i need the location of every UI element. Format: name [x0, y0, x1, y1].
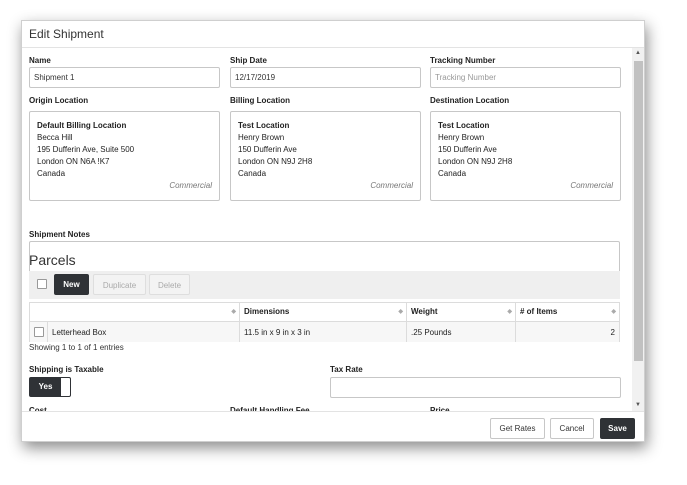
vertical-scrollbar[interactable]: ▲ ▼: [632, 48, 644, 411]
parcel-name-cell[interactable]: Letterhead Box: [48, 321, 240, 342]
destination-location-card[interactable]: Test Location Henry Brown 150 Dufferin A…: [430, 111, 621, 201]
new-parcel-button[interactable]: New: [54, 274, 89, 295]
sort-icon: ◆: [398, 309, 403, 315]
billing-location-city: London ON N9J 2H8: [238, 157, 313, 166]
toggle-on-label: Yes: [30, 378, 61, 396]
origin-location-card[interactable]: Default Billing Location Becca Hill 195 …: [29, 111, 220, 201]
origin-location-country: Canada: [37, 169, 66, 178]
parcel-dimensions-cell[interactable]: 11.5 in x 9 in x 3 in: [240, 321, 407, 342]
origin-location-city: London ON N6A !K7: [37, 157, 110, 166]
destination-location-contact: Henry Brown: [438, 133, 485, 142]
select-all-checkbox[interactable]: [37, 279, 47, 289]
tracking-number-label: Tracking Number: [430, 56, 496, 65]
scroll-down-icon[interactable]: ▼: [635, 402, 641, 408]
billing-location-street: 150 Dufferin Ave: [238, 145, 297, 154]
duplicate-parcel-button[interactable]: Duplicate: [93, 274, 146, 295]
cancel-button[interactable]: Cancel: [550, 418, 594, 439]
table-info: Showing 1 to 1 of 1 entries: [29, 343, 124, 352]
dimensions-header-label: Dimensions: [244, 307, 290, 316]
name-label: Name: [29, 56, 51, 65]
sort-icon: ◆: [231, 309, 236, 315]
billing-location-country: Canada: [238, 169, 267, 178]
destination-location-city: London ON N9J 2H8: [438, 157, 513, 166]
parcel-items-cell[interactable]: 2: [516, 321, 619, 342]
delete-parcel-button[interactable]: Delete: [149, 274, 190, 295]
row-checkbox-cell: [30, 321, 48, 342]
origin-location-street: 195 Dufferin Ave, Suite 500: [37, 145, 135, 154]
destination-location-country: Canada: [438, 169, 467, 178]
billing-location-type: Commercial: [370, 181, 413, 190]
billing-location-contact: Henry Brown: [238, 133, 285, 142]
column-header-weight[interactable]: Weight ◆: [407, 303, 516, 321]
origin-location-contact: Becca Hill: [37, 133, 73, 142]
origin-location-type: Commercial: [169, 181, 212, 190]
parcels-toolbar: New Duplicate Delete: [29, 271, 620, 299]
destination-location-street: 150 Dufferin Ave: [438, 145, 497, 154]
get-rates-button[interactable]: Get Rates: [490, 418, 545, 439]
column-header-name[interactable]: ◆: [30, 303, 240, 321]
modal-header: Edit Shipment: [22, 21, 644, 48]
tax-rate-label: Tax Rate: [330, 365, 363, 374]
modal-footer: Get Rates Cancel Save: [22, 411, 644, 441]
column-header-dimensions[interactable]: Dimensions ◆: [240, 303, 407, 321]
scroll-up-icon[interactable]: ▲: [635, 50, 641, 56]
tax-rate-input[interactable]: [330, 377, 621, 398]
scrollbar-thumb[interactable]: [634, 61, 643, 361]
save-button[interactable]: Save: [600, 418, 635, 439]
destination-location-name: Test Location: [438, 121, 490, 130]
shipping-taxable-toggle[interactable]: Yes: [29, 377, 71, 397]
parcels-heading: Parcels: [29, 252, 76, 268]
origin-location-name: Default Billing Location: [37, 121, 127, 130]
parcels-table: ◆ Dimensions ◆ Weight ◆ # of Items ◆ Letter…: [29, 302, 620, 342]
tracking-number-input[interactable]: Tracking Number: [430, 67, 621, 88]
parcel-weight-cell[interactable]: .25 Pounds: [407, 321, 516, 342]
row-checkbox[interactable]: [34, 327, 44, 337]
sort-icon: ◆: [611, 309, 616, 315]
destination-location-type: Commercial: [570, 181, 613, 190]
billing-location-label: Billing Location: [230, 96, 290, 105]
shipment-notes-label: Shipment Notes: [29, 230, 90, 239]
destination-location-label: Destination Location: [430, 96, 510, 105]
shipment-notes-textarea[interactable]: [29, 241, 620, 273]
sort-icon: ◆: [507, 309, 512, 315]
name-input[interactable]: Shipment 1: [29, 67, 220, 88]
ship-date-label: Ship Date: [230, 56, 267, 65]
modal-title: Edit Shipment: [29, 27, 104, 41]
modal-body: Name Shipment 1 Ship Date 12/17/2019 Tra…: [22, 48, 632, 411]
items-header-label: # of Items: [520, 307, 558, 316]
origin-location-label: Origin Location: [29, 96, 89, 105]
billing-location-card[interactable]: Test Location Henry Brown 150 Dufferin A…: [230, 111, 421, 201]
edit-shipment-modal: Edit Shipment Name Shipment 1 Ship Date …: [21, 20, 645, 442]
weight-header-label: Weight: [411, 307, 438, 316]
column-header-items[interactable]: # of Items ◆: [516, 303, 619, 321]
billing-location-name: Test Location: [238, 121, 290, 130]
shipping-taxable-label: Shipping is Taxable: [29, 365, 104, 374]
ship-date-input[interactable]: 12/17/2019: [230, 67, 421, 88]
